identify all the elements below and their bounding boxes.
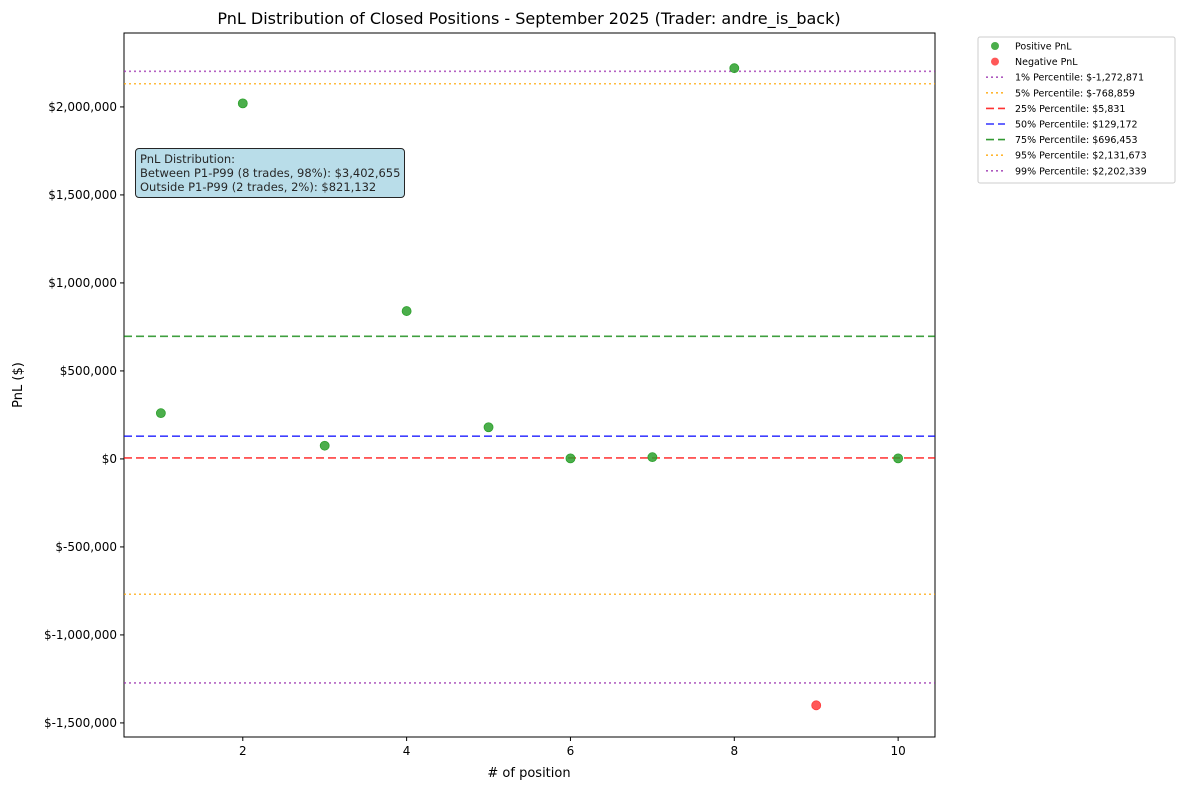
- point-series0-3: [401, 306, 412, 316]
- annotation-line-2: Between P1-P99 (8 trades, 98%): $3,402,6…: [140, 166, 401, 180]
- point-series0-6: [647, 452, 658, 463]
- legend-marker-0: [991, 42, 999, 50]
- x-tick-label: 4: [403, 744, 411, 758]
- legend-label-1: Negative PnL: [1015, 57, 1078, 68]
- pnl-chart: PnL Distribution of Closed Positions - S…: [11, 9, 1176, 781]
- y-axis-ticks: $-1,500,000 $-1,000,000 $-500,000 $0 $500,00…: [44, 100, 124, 730]
- point-series0-4: [483, 422, 494, 433]
- annotation-line-3: Outside P1-P99 (2 trades, 2%): $821,132: [140, 180, 377, 194]
- y-tick-label: $2,000,000: [48, 100, 117, 114]
- x-axis-label: # of position: [487, 766, 570, 781]
- legend-label-4: 25% Percentile: $5,831: [1015, 104, 1125, 115]
- annotation-line-1: PnL Distribution:: [140, 152, 236, 166]
- point-series0-0: [155, 408, 166, 419]
- point-series0-2: [319, 440, 330, 451]
- y-tick-label: $0: [102, 452, 117, 466]
- x-tick-label: 10: [890, 744, 905, 758]
- legend-label-3: 5% Percentile: $-768,859: [1015, 88, 1135, 99]
- legend-label-8: 99% Percentile: $2,202,339: [1015, 166, 1147, 177]
- legend-label-6: 75% Percentile: $696,453: [1015, 135, 1138, 146]
- legend-label-2: 1% Percentile: $-1,272,871: [1015, 73, 1144, 84]
- x-tick-label: 8: [730, 744, 738, 758]
- y-tick-label: $-1,500,000: [44, 716, 117, 730]
- legend-label-5: 50% Percentile: $129,172: [1015, 120, 1138, 131]
- y-axis-label: PnL ($): [11, 362, 26, 408]
- point-series0-1: [237, 98, 248, 109]
- x-tick-label: 2: [239, 744, 247, 758]
- plot-area: [123, 32, 936, 738]
- y-tick-label: $1,000,000: [48, 276, 117, 290]
- y-tick-label: $-1,000,000: [44, 628, 117, 642]
- y-tick-label: $-500,000: [55, 540, 117, 554]
- point-series0-5: [565, 453, 576, 464]
- legend-label-7: 95% Percentile: $2,131,673: [1015, 151, 1147, 162]
- y-tick-label: $1,500,000: [48, 188, 117, 202]
- pnl-distribution-annotation: PnL Distribution: Between P1-P99 (8 trad…: [135, 148, 406, 198]
- point-series0-8: [893, 453, 904, 464]
- legend-marker-1: [991, 57, 999, 66]
- chart-title: PnL Distribution of Closed Positions - S…: [217, 9, 840, 29]
- y-tick-label: $500,000: [60, 364, 117, 378]
- x-tick-label: 6: [567, 744, 575, 758]
- point-series1-0: [811, 700, 822, 711]
- x-axis-ticks: 2 4 6 8 10: [239, 737, 906, 758]
- legend: Positive PnL Negative PnL 1% Percentile: $…: [977, 36, 1176, 184]
- legend-label-0: Positive PnL: [1015, 42, 1072, 53]
- point-series0-7: [729, 63, 740, 74]
